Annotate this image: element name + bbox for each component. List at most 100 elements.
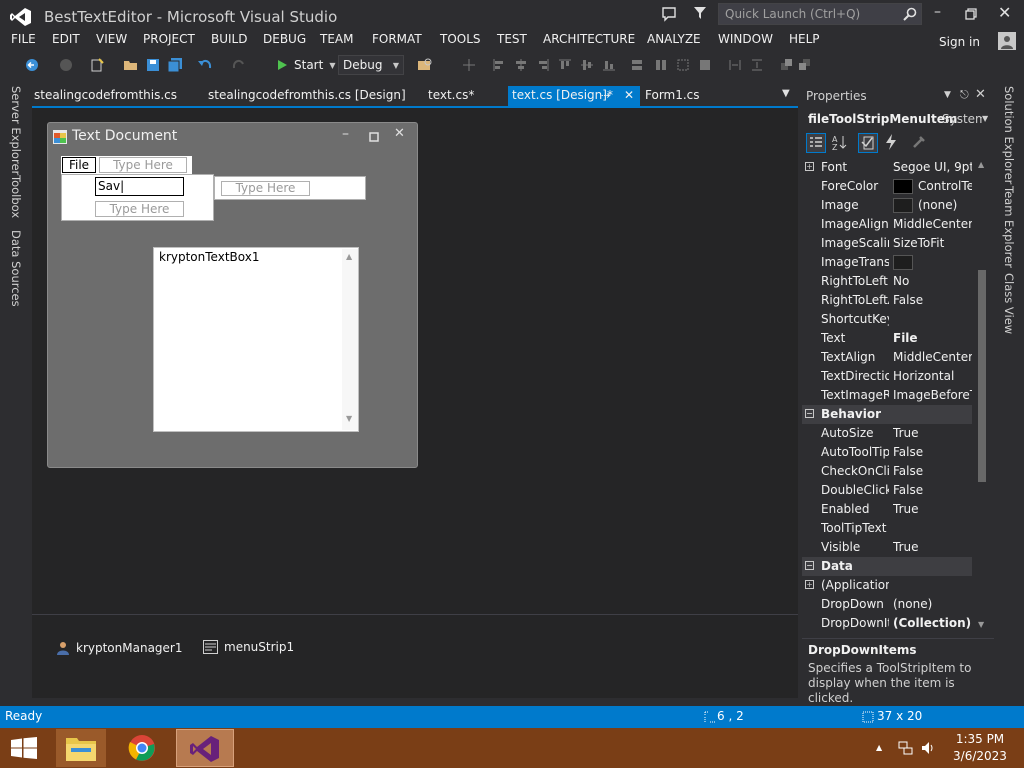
pin-icon[interactable]: ⇢	[601, 86, 610, 105]
form-window[interactable]: Text Document – ✕ File Type Here Sav| Ty…	[47, 122, 418, 468]
menu-file[interactable]: FILE	[11, 32, 36, 46]
collapse-icon[interactable]: −	[805, 561, 814, 570]
menu-debug[interactable]: DEBUG	[263, 32, 306, 46]
property-grid-scrollbar[interactable]: ▲ ▼	[976, 158, 988, 634]
property-value[interactable]: Segoe UI, 9pt	[893, 158, 972, 177]
menu-tools[interactable]: TOOLS	[440, 32, 481, 46]
menu-team[interactable]: TEAM	[320, 32, 353, 46]
align-rights-icon[interactable]	[536, 55, 550, 75]
scroll-thumb[interactable]	[978, 270, 986, 482]
horizontal-spacing-icon[interactable]	[728, 55, 742, 75]
form-maximize-button[interactable]	[369, 132, 379, 142]
panel-close-icon[interactable]: ✕	[975, 87, 986, 102]
property-row[interactable]: DropDown (none)	[802, 595, 972, 614]
property-row[interactable]: CheckOnClick False	[802, 462, 972, 481]
property-row[interactable]: AutoToolTip False	[802, 443, 972, 462]
send-to-back-icon[interactable]	[798, 55, 812, 75]
form-minimize-button[interactable]: –	[342, 126, 349, 142]
property-value[interactable]: True	[893, 538, 972, 557]
data-sources-tab[interactable]: Data Sources	[9, 230, 23, 307]
menu-analyze[interactable]: ANALYZE	[647, 32, 701, 46]
expand-icon[interactable]: +	[805, 580, 814, 589]
property-row[interactable]: ImageTransp	[802, 253, 972, 272]
menu-build[interactable]: BUILD	[211, 32, 247, 46]
events-icon[interactable]	[882, 133, 902, 153]
tab-stealingcode-cs[interactable]: stealingcodefromthis.cs	[30, 86, 200, 106]
make-same-height-icon[interactable]	[654, 55, 668, 75]
scroll-up-icon[interactable]: ▲	[346, 252, 352, 261]
textbox-scrollbar[interactable]: ▲ ▼	[342, 249, 358, 430]
align-centers-icon[interactable]	[514, 55, 528, 75]
property-value[interactable]: True	[893, 424, 972, 443]
bring-to-front-icon[interactable]	[780, 55, 794, 75]
property-row[interactable]: RightToLeftA False	[802, 291, 972, 310]
menu-item-edit-field[interactable]: Sav|	[95, 177, 184, 196]
find-in-files-icon[interactable]	[416, 55, 434, 75]
property-row[interactable]: Visible True	[802, 538, 972, 557]
tab-text-design[interactable]: text.cs [Design]* ⇢ ✕	[508, 86, 640, 106]
property-row[interactable]: ShortcutKeyD	[802, 310, 972, 329]
menu-help[interactable]: HELP	[789, 32, 820, 46]
alphabetical-icon[interactable]: AZ	[830, 133, 850, 153]
property-row[interactable]: ForeColor ControlText	[802, 177, 972, 196]
make-same-size-icon[interactable]	[698, 55, 712, 75]
form-close-button[interactable]: ✕	[394, 126, 405, 141]
type-here-submenu[interactable]: Type Here	[221, 181, 310, 196]
menu-edit[interactable]: EDIT	[52, 32, 80, 46]
property-row[interactable]: TextDirection Horizontal	[802, 367, 972, 386]
redo-icon[interactable]	[230, 55, 248, 75]
property-row[interactable]: Image (none)	[802, 196, 972, 215]
property-value[interactable]	[893, 253, 972, 272]
vertical-spacing-icon[interactable]	[750, 55, 764, 75]
menu-project[interactable]: PROJECT	[143, 32, 195, 46]
size-to-grid-icon[interactable]	[676, 55, 690, 75]
open-folder-icon[interactable]	[122, 55, 140, 75]
property-pages-icon[interactable]	[910, 133, 930, 153]
clock-date[interactable]: 3/6/2023	[950, 749, 1010, 763]
property-value[interactable]: MiddleCenter	[893, 348, 972, 367]
feedback-icon[interactable]	[661, 6, 677, 22]
property-row[interactable]: DropDownIte (Collection)	[802, 614, 972, 633]
property-row[interactable]: ToolTipText	[802, 519, 972, 538]
property-value[interactable]: MiddleCenter	[893, 215, 972, 234]
property-row[interactable]: Enabled True	[802, 500, 972, 519]
tab-text-cs[interactable]: text.cs*	[424, 86, 504, 106]
scroll-down-icon[interactable]: ▼	[346, 414, 352, 423]
property-category[interactable]: − Behavior	[802, 405, 972, 424]
network-icon[interactable]	[898, 740, 914, 756]
undo-icon[interactable]	[196, 55, 214, 75]
class-view-tab[interactable]: Class View	[1002, 273, 1016, 334]
solution-explorer-tab[interactable]: Solution Explorer	[1002, 86, 1016, 184]
make-same-width-icon[interactable]	[630, 55, 644, 75]
property-category[interactable]: − Data	[802, 557, 972, 576]
property-row[interactable]: + Font Segoe UI, 9pt	[802, 158, 972, 177]
property-value[interactable]: SizeToFit	[893, 234, 972, 253]
krypton-textbox[interactable]: kryptonTextBox1 ▲ ▼	[153, 247, 359, 432]
scroll-down-icon[interactable]: ▼	[978, 620, 984, 629]
property-row[interactable]: DoubleClickE False	[802, 481, 972, 500]
align-bottoms-icon[interactable]	[602, 55, 616, 75]
minimize-button[interactable]: –	[934, 4, 941, 20]
start-debug-button[interactable]: Start ▼	[276, 55, 338, 75]
panel-menu-icon[interactable]: ▼	[944, 90, 951, 100]
volume-icon[interactable]	[920, 740, 936, 756]
panel-pin-icon[interactable]: ⎋	[960, 88, 969, 102]
type-here-dropdown[interactable]: Type Here	[95, 201, 184, 217]
save-all-icon[interactable]	[166, 55, 184, 75]
property-value[interactable]: (Collection)	[893, 614, 972, 633]
menu-architecture[interactable]: ARCHITECTURE	[543, 32, 635, 46]
tray-item-krypton-manager[interactable]: kryptonManager1	[56, 641, 183, 655]
align-tops-icon[interactable]	[558, 55, 572, 75]
property-row[interactable]: ImageScaling SizeToFit	[802, 234, 972, 253]
back-icon[interactable]	[24, 55, 40, 75]
filter-icon[interactable]	[693, 6, 707, 20]
property-value[interactable]: False	[893, 462, 972, 481]
menu-window[interactable]: WINDOW	[718, 32, 773, 46]
property-value[interactable]: False	[893, 481, 972, 500]
start-button[interactable]	[0, 728, 48, 768]
quick-launch-input[interactable]: Quick Launch (Ctrl+Q)	[718, 3, 922, 25]
tab-stealingcode-design[interactable]: stealingcodefromthis.cs [Design]	[204, 86, 412, 106]
toolbox-tab[interactable]: Toolbox	[9, 175, 23, 218]
property-value[interactable]: False	[893, 291, 972, 310]
restore-button[interactable]	[965, 8, 977, 20]
